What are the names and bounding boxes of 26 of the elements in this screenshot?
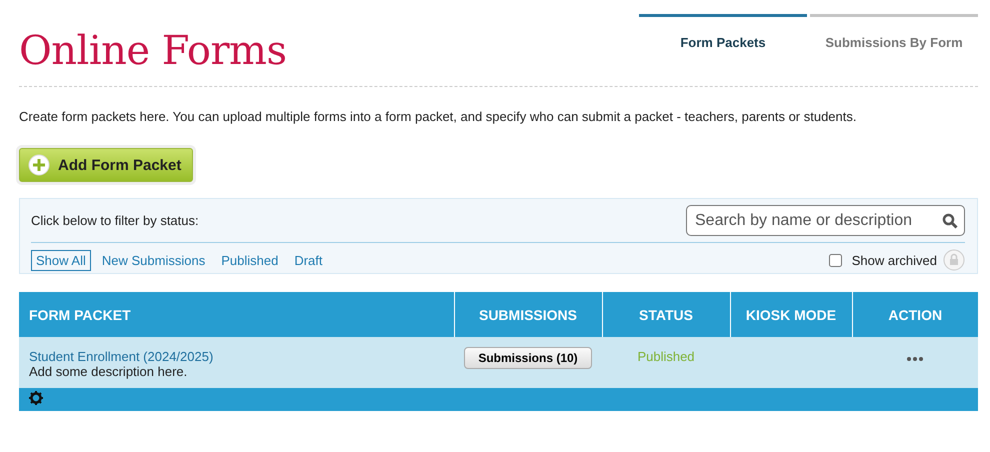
intro-text: Create form packets here. You can upload multiple forms into a form packet, and specify who can submit a packet - teachers, parents or students. <box>19 109 858 124</box>
status-filter-link[interactable]: Published <box>216 250 284 270</box>
show-archived-checkbox[interactable] <box>828 254 842 266</box>
add-form-packet-button[interactable]: Add Form Packet <box>19 148 194 182</box>
show-archived-label: Show archived <box>852 252 937 268</box>
plus-icon <box>28 154 50 176</box>
packet-description: Add some description here. <box>29 364 188 379</box>
tab[interactable]: Submissions By Form <box>810 14 978 54</box>
search-field[interactable]: Search by name or description <box>686 205 965 236</box>
status-filter-link[interactable]: New Submissions <box>96 250 210 270</box>
column-header: FORM PACKET <box>19 292 454 337</box>
status-filter-link[interactable]: Draft <box>289 250 328 270</box>
status-text: Published <box>637 349 695 364</box>
status-filter-link[interactable]: Show All <box>31 250 91 270</box>
column-header: STATUS <box>602 292 730 337</box>
filter-label: Click below to filter by status: <box>31 213 199 228</box>
page-title: Online Forms <box>19 28 287 74</box>
column-header: KIOSK MODE <box>730 292 852 337</box>
gear-icon[interactable] <box>29 391 43 405</box>
more-icon[interactable] <box>907 357 923 361</box>
packet-name-link[interactable]: Student Enrollment (2024/2025) <box>29 349 444 364</box>
submissions-button[interactable]: Submissions (10) <box>464 347 592 369</box>
column-header: ACTION <box>852 292 978 337</box>
search-icon <box>942 212 958 228</box>
column-header: SUBMISSIONS <box>454 292 602 337</box>
tab[interactable]: Form Packets <box>639 14 807 54</box>
